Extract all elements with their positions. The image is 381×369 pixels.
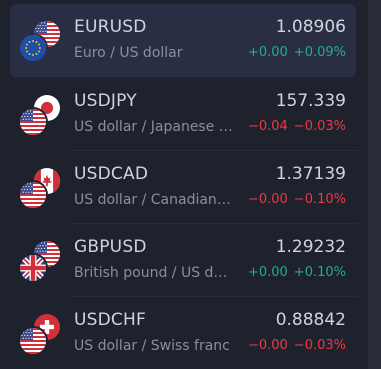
- last-price: 1.08906: [275, 17, 346, 37]
- change-percent: −0.03%: [293, 119, 346, 134]
- us-flag-icon: [18, 107, 48, 137]
- last-price: 157.339: [275, 91, 346, 111]
- symbol-label: USDCAD: [74, 164, 149, 184]
- currency-pair-flags: [18, 19, 62, 63]
- symbol-label: GBPUSD: [74, 237, 147, 257]
- watchlist-row-usdcad[interactable]: USDCAD US dollar / Canadian dollar 1.371…: [10, 151, 356, 224]
- symbol-description: British pound / US dollar: [74, 265, 234, 281]
- eu-flag-icon: [18, 33, 48, 63]
- watchlist-row-gbpusd[interactable]: GBPUSD British pound / US dollar 1.29232…: [10, 224, 356, 297]
- change-percent: −0.03%: [293, 338, 346, 353]
- symbol-label: EURUSD: [74, 17, 147, 37]
- scrollbar-track[interactable]: [368, 0, 381, 369]
- us-flag-icon: [18, 180, 48, 210]
- last-price: 1.37139: [275, 164, 346, 184]
- change-value: −0.04: [247, 119, 288, 134]
- change-value: +0.00: [247, 45, 288, 60]
- symbol-description: US dollar / Swiss franc: [74, 338, 230, 354]
- price-change: −0.00 −0.03%: [242, 338, 346, 353]
- watchlist-row-usdjpy[interactable]: USDJPY US dollar / Japanese yen 157.339 …: [10, 78, 356, 151]
- symbol-description: US dollar / Canadian dollar: [74, 192, 234, 208]
- change-percent: −0.10%: [293, 192, 346, 207]
- price-change: −0.04 −0.03%: [242, 119, 346, 134]
- last-price: 0.88842: [275, 310, 346, 330]
- watchlist-row-usdchf[interactable]: USDCHF US dollar / Swiss franc 0.88842 −…: [10, 297, 356, 369]
- change-percent: +0.10%: [293, 265, 346, 280]
- symbol-label: USDJPY: [74, 91, 137, 111]
- currency-pair-flags: [18, 312, 62, 356]
- watchlist: EURUSD Euro / US dollar 1.08906 +0.00 +0.…: [0, 0, 368, 369]
- us-flag-icon: [18, 326, 48, 356]
- currency-pair-flags: [18, 239, 62, 283]
- last-price: 1.29232: [275, 237, 346, 257]
- change-value: +0.00: [247, 265, 288, 280]
- symbol-description: Euro / US dollar: [74, 45, 183, 61]
- symbol-label: USDCHF: [74, 310, 146, 330]
- change-value: −0.00: [247, 192, 288, 207]
- price-change: +0.00 +0.10%: [242, 265, 346, 280]
- price-change: +0.00 +0.09%: [242, 45, 346, 60]
- watchlist-row-eurusd[interactable]: EURUSD Euro / US dollar 1.08906 +0.00 +0.…: [10, 4, 356, 77]
- symbol-description: US dollar / Japanese yen: [74, 119, 234, 135]
- change-percent: +0.09%: [293, 45, 346, 60]
- gb-flag-icon: [18, 253, 48, 283]
- price-change: −0.00 −0.10%: [242, 192, 346, 207]
- currency-pair-flags: [18, 166, 62, 210]
- change-value: −0.00: [247, 338, 288, 353]
- currency-pair-flags: [18, 93, 62, 137]
